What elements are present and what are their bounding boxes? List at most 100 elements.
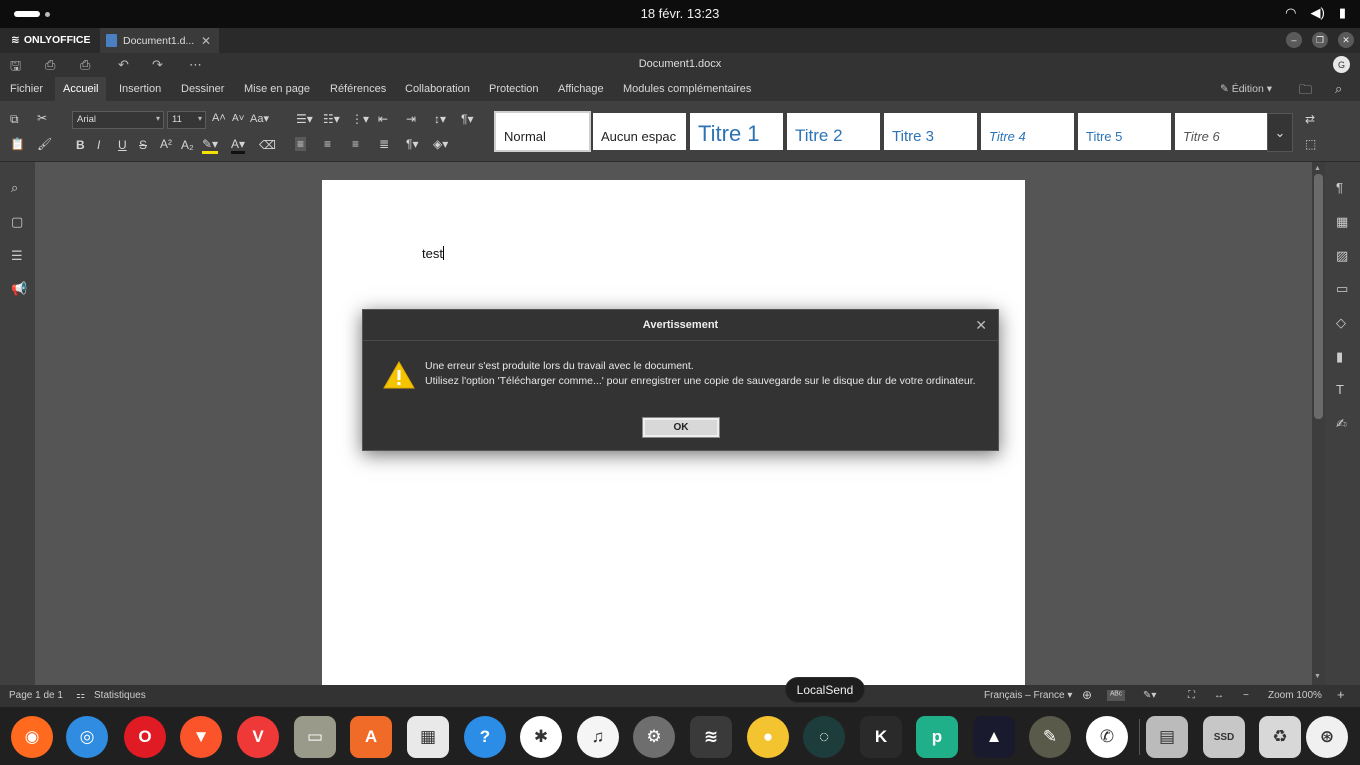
zoom-in-icon[interactable]: + (1337, 687, 1345, 702)
settings-icon[interactable]: ⚙ (633, 716, 675, 758)
tab-collaboration[interactable]: Collaboration (405, 77, 470, 101)
align-right-icon[interactable]: ≡ (352, 137, 359, 151)
open-folder-icon[interactable]: 🗀 (1299, 81, 1312, 103)
justify-icon[interactable]: ≣ (379, 137, 389, 151)
vivaldi-icon[interactable]: V (237, 716, 279, 758)
shading-icon[interactable]: ◈▾ (433, 137, 448, 151)
style-titre-3[interactable]: Titre 3 (884, 113, 977, 150)
kdenlive-icon[interactable]: K (860, 716, 902, 758)
font-size-select[interactable]: 11 ▾ (167, 111, 206, 129)
help-icon[interactable]: ? (464, 716, 506, 758)
table-settings-icon[interactable]: ▦ (1336, 214, 1348, 230)
search-icon[interactable]: ⌕ (1335, 81, 1342, 97)
style-titre-5[interactable]: Titre 5 (1078, 113, 1171, 150)
line-spacing-icon[interactable]: ↕▾ (434, 112, 446, 126)
zoom-level[interactable]: Zoom 100% (1268, 690, 1322, 701)
notes-icon[interactable]: ● (747, 716, 789, 758)
change-case-icon[interactable]: Aa▾ (250, 112, 269, 125)
chart-settings-icon[interactable]: ▮ (1336, 349, 1343, 365)
firefox-icon[interactable]: ◉ (11, 716, 53, 758)
scroll-up-icon[interactable]: ▲ (1314, 165, 1321, 172)
pycharm-icon[interactable]: p (916, 716, 958, 758)
style-titre-6[interactable]: Titre 6 (1175, 113, 1268, 150)
server-icon[interactable]: ▤ (1146, 716, 1188, 758)
gimp-icon[interactable]: ✎ (1029, 716, 1071, 758)
statistics-button[interactable]: Statistiques (94, 690, 146, 701)
align-center-icon[interactable]: ≡ (324, 137, 331, 151)
header-footer-icon[interactable]: ▭ (1336, 281, 1348, 297)
underline-icon[interactable]: U (118, 138, 127, 152)
fit-width-icon[interactable]: ↔ (1214, 690, 1224, 701)
fit-page-icon[interactable]: ⛶ (1188, 690, 1195, 701)
minimize-icon[interactable]: – (1286, 32, 1302, 48)
increase-indent-icon[interactable]: ⇥ (406, 112, 416, 126)
italic-icon[interactable]: I (97, 138, 100, 152)
zoom-out-icon[interactable]: − (1243, 690, 1249, 701)
spellcheck-icon[interactable]: ᴬᴮᶜ (1107, 690, 1126, 701)
track-changes-icon[interactable]: ✎▾ (1143, 690, 1156, 701)
vertical-scrollbar[interactable]: ▲ ▼ (1312, 162, 1325, 685)
decrease-font-icon[interactable]: A˅ (232, 113, 245, 124)
store-icon[interactable]: ▦ (407, 716, 449, 758)
avatar[interactable]: G (1333, 56, 1350, 73)
comments-icon[interactable]: ▢ (11, 214, 23, 230)
style-normal[interactable]: Normal (494, 111, 591, 152)
chrome-icon[interactable]: ◎ (66, 716, 108, 758)
style-gallery-expand[interactable]: ⌄ (1267, 113, 1293, 152)
clear-format-icon[interactable]: ⌫ (259, 138, 276, 152)
scrollbar-thumb[interactable] (1314, 174, 1323, 419)
paste-icon[interactable]: 📋 (10, 137, 25, 151)
page-indicator[interactable]: Page 1 de 1 (9, 690, 63, 701)
tab-mise-en-page[interactable]: Mise en page (244, 77, 310, 101)
feedback-icon[interactable]: 📢 (11, 281, 27, 297)
scroll-down-icon[interactable]: ▼ (1314, 673, 1321, 680)
brave-icon[interactable]: ▼ (180, 716, 222, 758)
align-left-icon[interactable]: ≡ (295, 137, 307, 151)
style-titre-4[interactable]: Titre 4 (981, 113, 1074, 150)
battery-icon[interactable]: ▮ (1339, 5, 1346, 21)
style-titre-2[interactable]: Titre 2 (787, 113, 880, 150)
tab-affichage[interactable]: Affichage (558, 77, 604, 101)
font-color-icon[interactable]: A▾ (231, 137, 246, 154)
select-all-icon[interactable]: ⬚ (1305, 137, 1316, 151)
whatsapp-icon[interactable]: ✆ (1086, 716, 1128, 758)
tab-accueil[interactable]: Accueil (55, 77, 107, 101)
document-language-icon[interactable]: ⊕ (1082, 688, 1092, 702)
slack-icon[interactable]: ✱ (520, 716, 562, 758)
files-icon[interactable]: ▭ (294, 716, 336, 758)
affinity-icon[interactable]: ▲ (973, 716, 1015, 758)
tab-references[interactable]: Références (330, 77, 386, 101)
bullet-list-icon[interactable]: ☰▾ (296, 112, 313, 126)
tab-dessiner[interactable]: Dessiner (181, 77, 224, 101)
opera-icon[interactable]: O (124, 716, 166, 758)
multilevel-list-icon[interactable]: ⋮▾ (351, 112, 369, 126)
close-icon[interactable]: ✕ (975, 317, 987, 334)
maximize-icon[interactable]: ❐ (1312, 32, 1328, 48)
format-painter-icon[interactable]: 🖌 (37, 137, 52, 151)
app-installer-icon[interactable]: A (350, 716, 392, 758)
superscript-icon[interactable]: A² (160, 137, 172, 151)
replace-icon[interactable]: ⇄ (1305, 112, 1315, 126)
onlyoffice-icon[interactable]: ≋ (690, 716, 732, 758)
increase-font-icon[interactable]: A˄ (212, 112, 226, 124)
localsend-icon[interactable]: ◌ (803, 716, 845, 758)
subscript-icon[interactable]: A₂ (181, 138, 194, 152)
tab-modules[interactable]: Modules complémentaires (623, 77, 751, 101)
close-tab-icon[interactable]: ✕ (201, 34, 211, 48)
copy-icon[interactable]: ⧉ (10, 112, 19, 127)
search-icon[interactable]: ⌕ (11, 180, 18, 196)
cut-icon[interactable]: ✂ (37, 111, 47, 125)
trash-icon[interactable]: ♻ (1259, 716, 1301, 758)
clock[interactable]: 18 févr. 13:23 (0, 6, 1360, 21)
wifi-icon[interactable]: ◠ (1285, 5, 1296, 21)
ubuntu-icon[interactable]: ⊛ (1306, 716, 1348, 758)
tab-protection[interactable]: Protection (489, 77, 539, 101)
bold-icon[interactable]: B (76, 138, 85, 152)
language-select[interactable]: Français – France ▾ (984, 690, 1072, 701)
onlyoffice-brand[interactable]: ≋ ONLYOFFICE (11, 34, 91, 46)
document-tab[interactable]: Document1.d... ✕ (100, 28, 219, 53)
image-settings-icon[interactable]: ▨ (1336, 248, 1348, 264)
document-body-text[interactable]: test (422, 246, 444, 261)
navigation-icon[interactable]: ☰ (11, 248, 23, 264)
paragraph-settings-icon[interactable]: ¶ (1336, 180, 1343, 195)
